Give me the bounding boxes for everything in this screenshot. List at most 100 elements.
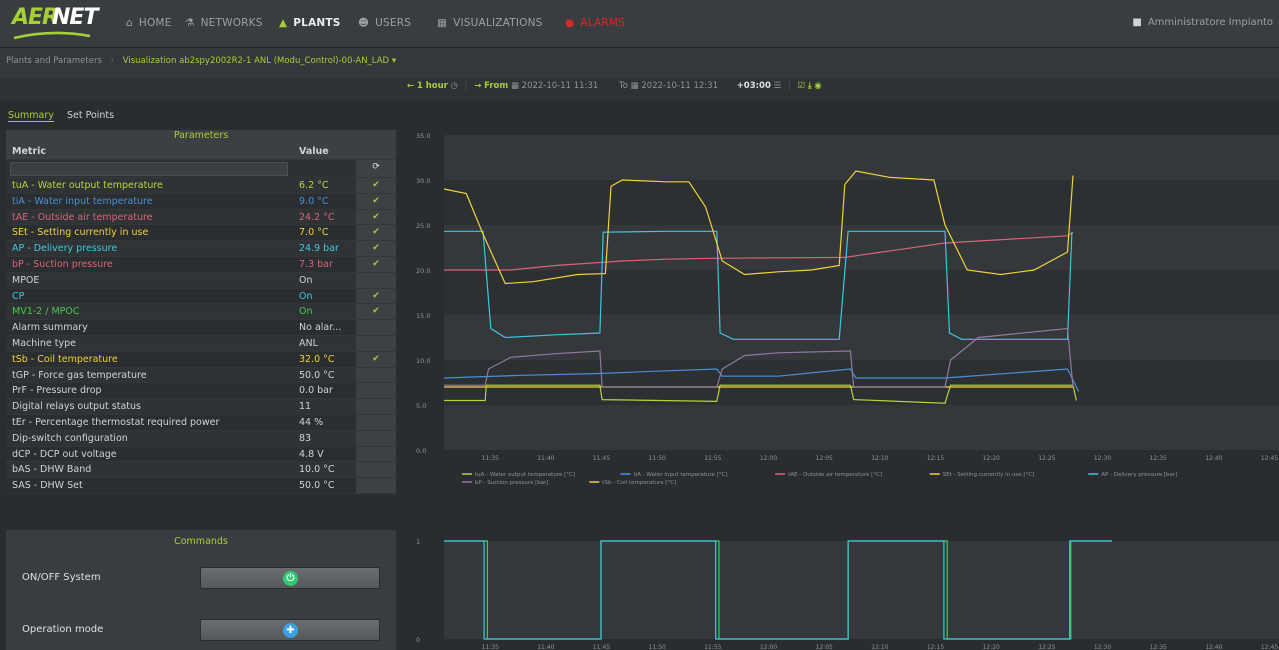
list-icon[interactable]: ☰ — [774, 81, 782, 91]
show-in-chart-toggle[interactable]: ✔ — [356, 178, 396, 193]
show-in-chart-toggle[interactable]: ✔ — [356, 209, 396, 225]
y-tick-label: 10.0 — [416, 357, 430, 365]
table-row[interactable]: SAS - DHW Set 50.0 °C — [6, 478, 396, 494]
show-in-chart-toggle[interactable]: ✔ — [356, 225, 396, 241]
refresh-icon[interactable]: ⟳ — [356, 160, 396, 177]
nav-users[interactable]: ☻ USERS — [358, 17, 411, 29]
table-row[interactable]: SEt - Setting currently in use 7.0 °C ✔ — [6, 225, 396, 242]
table-row[interactable]: Machine type ANL — [6, 335, 396, 352]
table-row[interactable]: tGP - Force gas temperature 50.0 °C — [6, 367, 396, 384]
show-in-chart-toggle[interactable]: ✔ — [356, 256, 396, 272]
show-in-chart-toggle[interactable]: ✔ — [356, 241, 396, 256]
parameters-title: Parameters — [6, 130, 396, 143]
download-icon[interactable]: ⤓ — [808, 81, 812, 91]
metric-name: tAE - Outside air temperature — [12, 211, 153, 223]
show-in-chart-toggle[interactable]: ✔ — [356, 351, 396, 367]
table-row[interactable]: dCP - DCP out voltage 4.8 V — [6, 446, 396, 463]
breadcrumb-visualization[interactable]: Visualization ab2spy2002R2-1 ANL (Modu_C… — [123, 56, 389, 66]
metric-value: 32.0 °C — [299, 353, 335, 365]
table-row[interactable]: tuA - Water output temperature 6.2 °C ✔ — [6, 178, 396, 194]
legend-entry[interactable]: tiA - Water input temperature [°C] — [634, 472, 728, 478]
table-row[interactable]: tiA - Water input temperature 9.0 °C ✔ — [6, 193, 396, 210]
user-menu[interactable]: ■ Amministratore Impianto — [1132, 17, 1273, 28]
show-in-chart-toggle[interactable] — [356, 335, 396, 351]
sitemap-icon: ⚗ — [185, 17, 195, 29]
table-row[interactable]: tEr - Percentage thermostat required pow… — [6, 414, 396, 431]
show-in-chart-toggle[interactable]: ✔ — [356, 304, 396, 320]
show-in-chart-toggle[interactable] — [356, 320, 396, 335]
nav-plants[interactable]: ▲ PLANTS — [279, 17, 341, 29]
table-row[interactable]: tSb - Coil temperature 32.0 °C ✔ — [6, 351, 396, 368]
nav-networks[interactable]: ⚗ NETWORKS — [185, 17, 263, 29]
operation-mode-button[interactable]: ✚ — [200, 619, 380, 641]
show-in-chart-toggle[interactable] — [356, 462, 396, 478]
value-column-header[interactable]: Value — [299, 143, 329, 160]
metric-filter-input[interactable] — [10, 162, 288, 176]
show-in-chart-toggle[interactable] — [356, 383, 396, 399]
metric-value: 50.0 °C — [299, 480, 335, 492]
show-in-chart-toggle[interactable] — [356, 272, 396, 288]
table-row[interactable]: MV1-2 / MPOC On ✔ — [6, 304, 396, 321]
legend-entry[interactable]: AP - Delivery pressure [bar] — [1101, 472, 1177, 478]
metric-value: ANL — [299, 337, 318, 349]
table-row[interactable]: MPOE On — [6, 272, 396, 289]
show-in-chart-toggle[interactable] — [356, 478, 396, 493]
metric-value: 9.0 °C — [299, 195, 329, 207]
range-select[interactable]: 1 hour — [417, 81, 448, 91]
legend-entry[interactable]: tuA - Water output temperature [°C] — [475, 472, 575, 478]
legend-entry[interactable]: tAE - Outside air temperature [°C] — [788, 472, 882, 478]
table-row[interactable]: Dip-switch configuration 83 — [6, 430, 396, 447]
back-arrow-icon[interactable]: ← — [407, 81, 414, 91]
table-row[interactable]: bP - Suction pressure 7.3 bar ✔ — [6, 256, 396, 273]
show-in-chart-toggle[interactable] — [356, 430, 396, 446]
metric-value: 24.2 °C — [299, 211, 335, 223]
breadcrumb-label[interactable]: Plants and Parameters — [6, 56, 102, 66]
onoff-button[interactable]: ⏻ — [200, 567, 380, 589]
forward-arrow-icon[interactable]: → — [474, 81, 481, 91]
table-row[interactable]: AP - Delivery pressure 24.9 bar ✔ — [6, 241, 396, 257]
main-line-chart[interactable]: 35.0 30.0 25.0 20.0 15.0 10.0 5.0 0.0 11:35 11:40… — [406, 118, 1279, 510]
table-row[interactable]: CP On ✔ — [6, 288, 396, 305]
show-in-chart-toggle[interactable] — [356, 446, 396, 462]
table-row[interactable]: Alarm summary No alar... — [6, 320, 396, 336]
legend-entry[interactable]: tSb - Coil temperature [°C] — [602, 480, 676, 486]
metric-column-header[interactable]: Metric — [12, 143, 46, 160]
show-in-chart-toggle[interactable] — [356, 367, 396, 383]
table-row[interactable]: Digital relays output status 11 — [6, 399, 396, 415]
metric-name: tiA - Water input temperature — [12, 195, 153, 207]
metric-name: tEr - Percentage thermostat required pow… — [12, 416, 220, 428]
breadcrumb: Plants and Parameters › Visualization ab… — [6, 56, 397, 66]
tab-set-points[interactable]: Set Points — [67, 110, 114, 121]
timezone-select[interactable]: +03:00 — [737, 81, 771, 91]
legend-entry[interactable]: bP - Suction pressure [bar] — [475, 480, 549, 486]
legend-entry[interactable]: SEt - Setting currently in use [°C] — [943, 472, 1035, 478]
table-row[interactable]: bAS - DHW Band 10.0 °C — [6, 462, 396, 479]
tab-summary[interactable]: Summary — [8, 110, 54, 122]
table-row[interactable]: PrF - Pressure drop 0.0 bar — [6, 383, 396, 400]
aernet-logo[interactable]: AER NET — [12, 5, 104, 43]
show-in-chart-toggle[interactable] — [356, 399, 396, 414]
metric-name: Alarm summary — [12, 322, 88, 334]
to-date-input[interactable]: 2022-10-11 12:31 — [641, 81, 718, 91]
show-in-chart-toggle[interactable]: ✔ — [356, 193, 396, 209]
eye-icon[interactable]: ◉ — [814, 81, 821, 91]
from-date-input[interactable]: 2022-10-11 11:31 — [522, 81, 599, 91]
nav-visualizations[interactable]: ▦ VISUALIZATIONS — [437, 17, 543, 29]
metric-value: 50.0 °C — [299, 369, 335, 381]
nav-home[interactable]: ⌂ HOME — [126, 17, 172, 29]
digital-status-chart[interactable]: 1 0 11:35 11:40 11:45 11:50 11:55 12:00 12:05 12:… — [406, 525, 1279, 650]
show-in-chart-toggle[interactable] — [356, 414, 396, 430]
table-row[interactable]: tAE - Outside air temperature 24.2 °C ✔ — [6, 209, 396, 226]
x-tick-label: 11:40 — [537, 455, 554, 462]
x-tick-label: 12:05 — [816, 455, 833, 462]
check-icon[interactable]: ☑ — [797, 81, 805, 91]
show-in-chart-toggle[interactable]: ✔ — [356, 288, 396, 304]
metric-name: PrF - Pressure drop — [12, 385, 102, 397]
metric-value: 10.0 °C — [299, 464, 335, 476]
breadcrumb-bar: Plants and Parameters › Visualization ab… — [0, 48, 1279, 78]
dropdown-caret-icon[interactable]: ▾ — [392, 56, 396, 66]
metric-value: 7.0 °C — [299, 227, 329, 239]
filter-row: ⟳ — [6, 160, 396, 178]
operation-mode-label: Operation mode — [22, 624, 104, 635]
nav-alarms[interactable]: ● ALARMS — [565, 17, 625, 29]
